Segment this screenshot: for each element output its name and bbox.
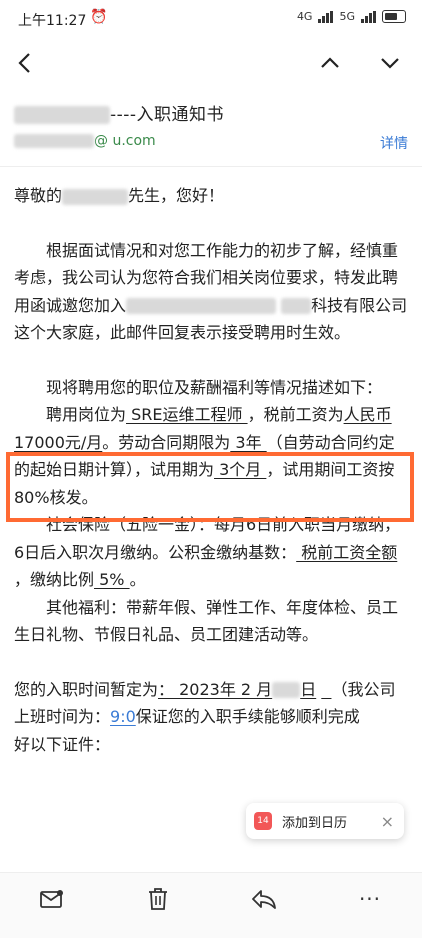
close-icon[interactable]: ×	[381, 812, 394, 831]
email-body: 尊敬的 先生，您好！ 根据面试情况和对您工作能力的初步了解，经慎重考虑，我公司认为…	[14, 182, 408, 758]
p6-a: 您的入职时间暂定为	[14, 679, 159, 699]
paragraph-1: 根据面试情况和对您工作能力的初步了解，经慎重考虑，我公司认为您符合我们相关岗位要…	[14, 237, 408, 347]
redacted-recipient	[62, 186, 129, 205]
term-value: 3年	[230, 432, 267, 452]
subject-text: ----入职通知书	[110, 105, 225, 125]
reply-button[interactable]	[248, 883, 280, 915]
p3-b: ，税前工资为	[247, 405, 344, 424]
battery-icon	[382, 10, 406, 23]
network-label-2: 5G	[339, 10, 355, 23]
p3-a: 聘用岗位为	[46, 405, 127, 424]
calendar-icon: 14	[254, 812, 272, 830]
signal-icon-2	[361, 10, 376, 23]
redacted-day	[272, 682, 301, 698]
bottom-toolbar: ···	[0, 872, 422, 938]
redacted-company	[126, 298, 277, 314]
paragraph-3: 聘用岗位为 SRE运维工程师 ，税前工资为人民币17000元/月。劳动合同期限为…	[14, 401, 408, 511]
start-date: ： 2023年 2 月	[158, 679, 273, 699]
add-to-calendar-toast[interactable]: 14 添加到日历 ×	[246, 803, 404, 839]
p6-d: 好以下证件：	[14, 734, 111, 754]
p3-c: 。劳动合同期限为	[102, 432, 231, 452]
redacted-sender	[14, 134, 94, 148]
mail-mark-icon	[40, 890, 63, 908]
next-email-icon[interactable]	[378, 50, 402, 83]
nav-bar	[0, 44, 422, 88]
p4-b: ，缴纳比例	[14, 570, 95, 589]
delete-button[interactable]	[142, 883, 174, 915]
redacted-name	[14, 106, 110, 124]
sender-row: @ u.com 详情	[14, 133, 408, 157]
probation-value: 3个月	[214, 460, 267, 479]
status-icons: 4G 5G	[297, 10, 406, 23]
status-time: 上午11:27	[18, 13, 87, 29]
alarm-icon: ⏰	[90, 9, 108, 25]
p4-c: 。	[129, 570, 146, 589]
position-value: SRE运维工程师	[126, 405, 248, 424]
base-value: 税前工资全额	[296, 542, 398, 562]
ratio-value: 5%	[94, 570, 130, 589]
divider	[0, 166, 422, 167]
signal-icon-1	[318, 10, 334, 23]
paragraph-4: 社会保险（五险一金）：每月6日前入职当月缴纳，6日后入职次月缴纳。公积金缴纳基数…	[14, 511, 408, 594]
email-subject: ----入职通知书	[14, 100, 224, 125]
greeting-post: 先生，您好！	[128, 186, 225, 205]
greeting-pre: 尊敬的	[14, 186, 63, 205]
work-time-link[interactable]: 9:0	[110, 707, 136, 726]
status-bar: 上午11:27 ⏰ 4G 5G	[0, 0, 422, 44]
details-link[interactable]: 详情	[380, 133, 408, 153]
previous-email-icon[interactable]	[318, 50, 342, 83]
paragraph-6: 您的入职时间暂定为： 2023年 2 月日 （我公司上班时间为：9:0保证您的入…	[14, 676, 408, 759]
mark-mail-button[interactable]	[36, 883, 68, 915]
network-label-1: 4G	[296, 10, 313, 23]
reply-icon	[252, 890, 276, 909]
back-icon[interactable]	[14, 50, 36, 83]
sender-address[interactable]: @ u.com	[94, 133, 156, 149]
greeting: 尊敬的 先生，您好！	[14, 182, 408, 210]
more-button[interactable]: ···	[354, 883, 386, 915]
trash-icon	[149, 888, 167, 910]
p6-blank	[321, 680, 331, 699]
paragraph-2: 现将聘用您的职位及薪酬福利等情况描述如下：	[46, 377, 383, 397]
p6-day: 日	[300, 679, 317, 699]
p6-c: 保证您的入职手续能够顺利完成	[135, 707, 360, 726]
paragraph-5: 其他福利：带薪年假、弹性工作、年度体检、员工生日礼物、节假日礼品、员工团建活动等…	[14, 597, 399, 645]
add-to-calendar-label[interactable]: 添加到日历	[282, 812, 347, 831]
